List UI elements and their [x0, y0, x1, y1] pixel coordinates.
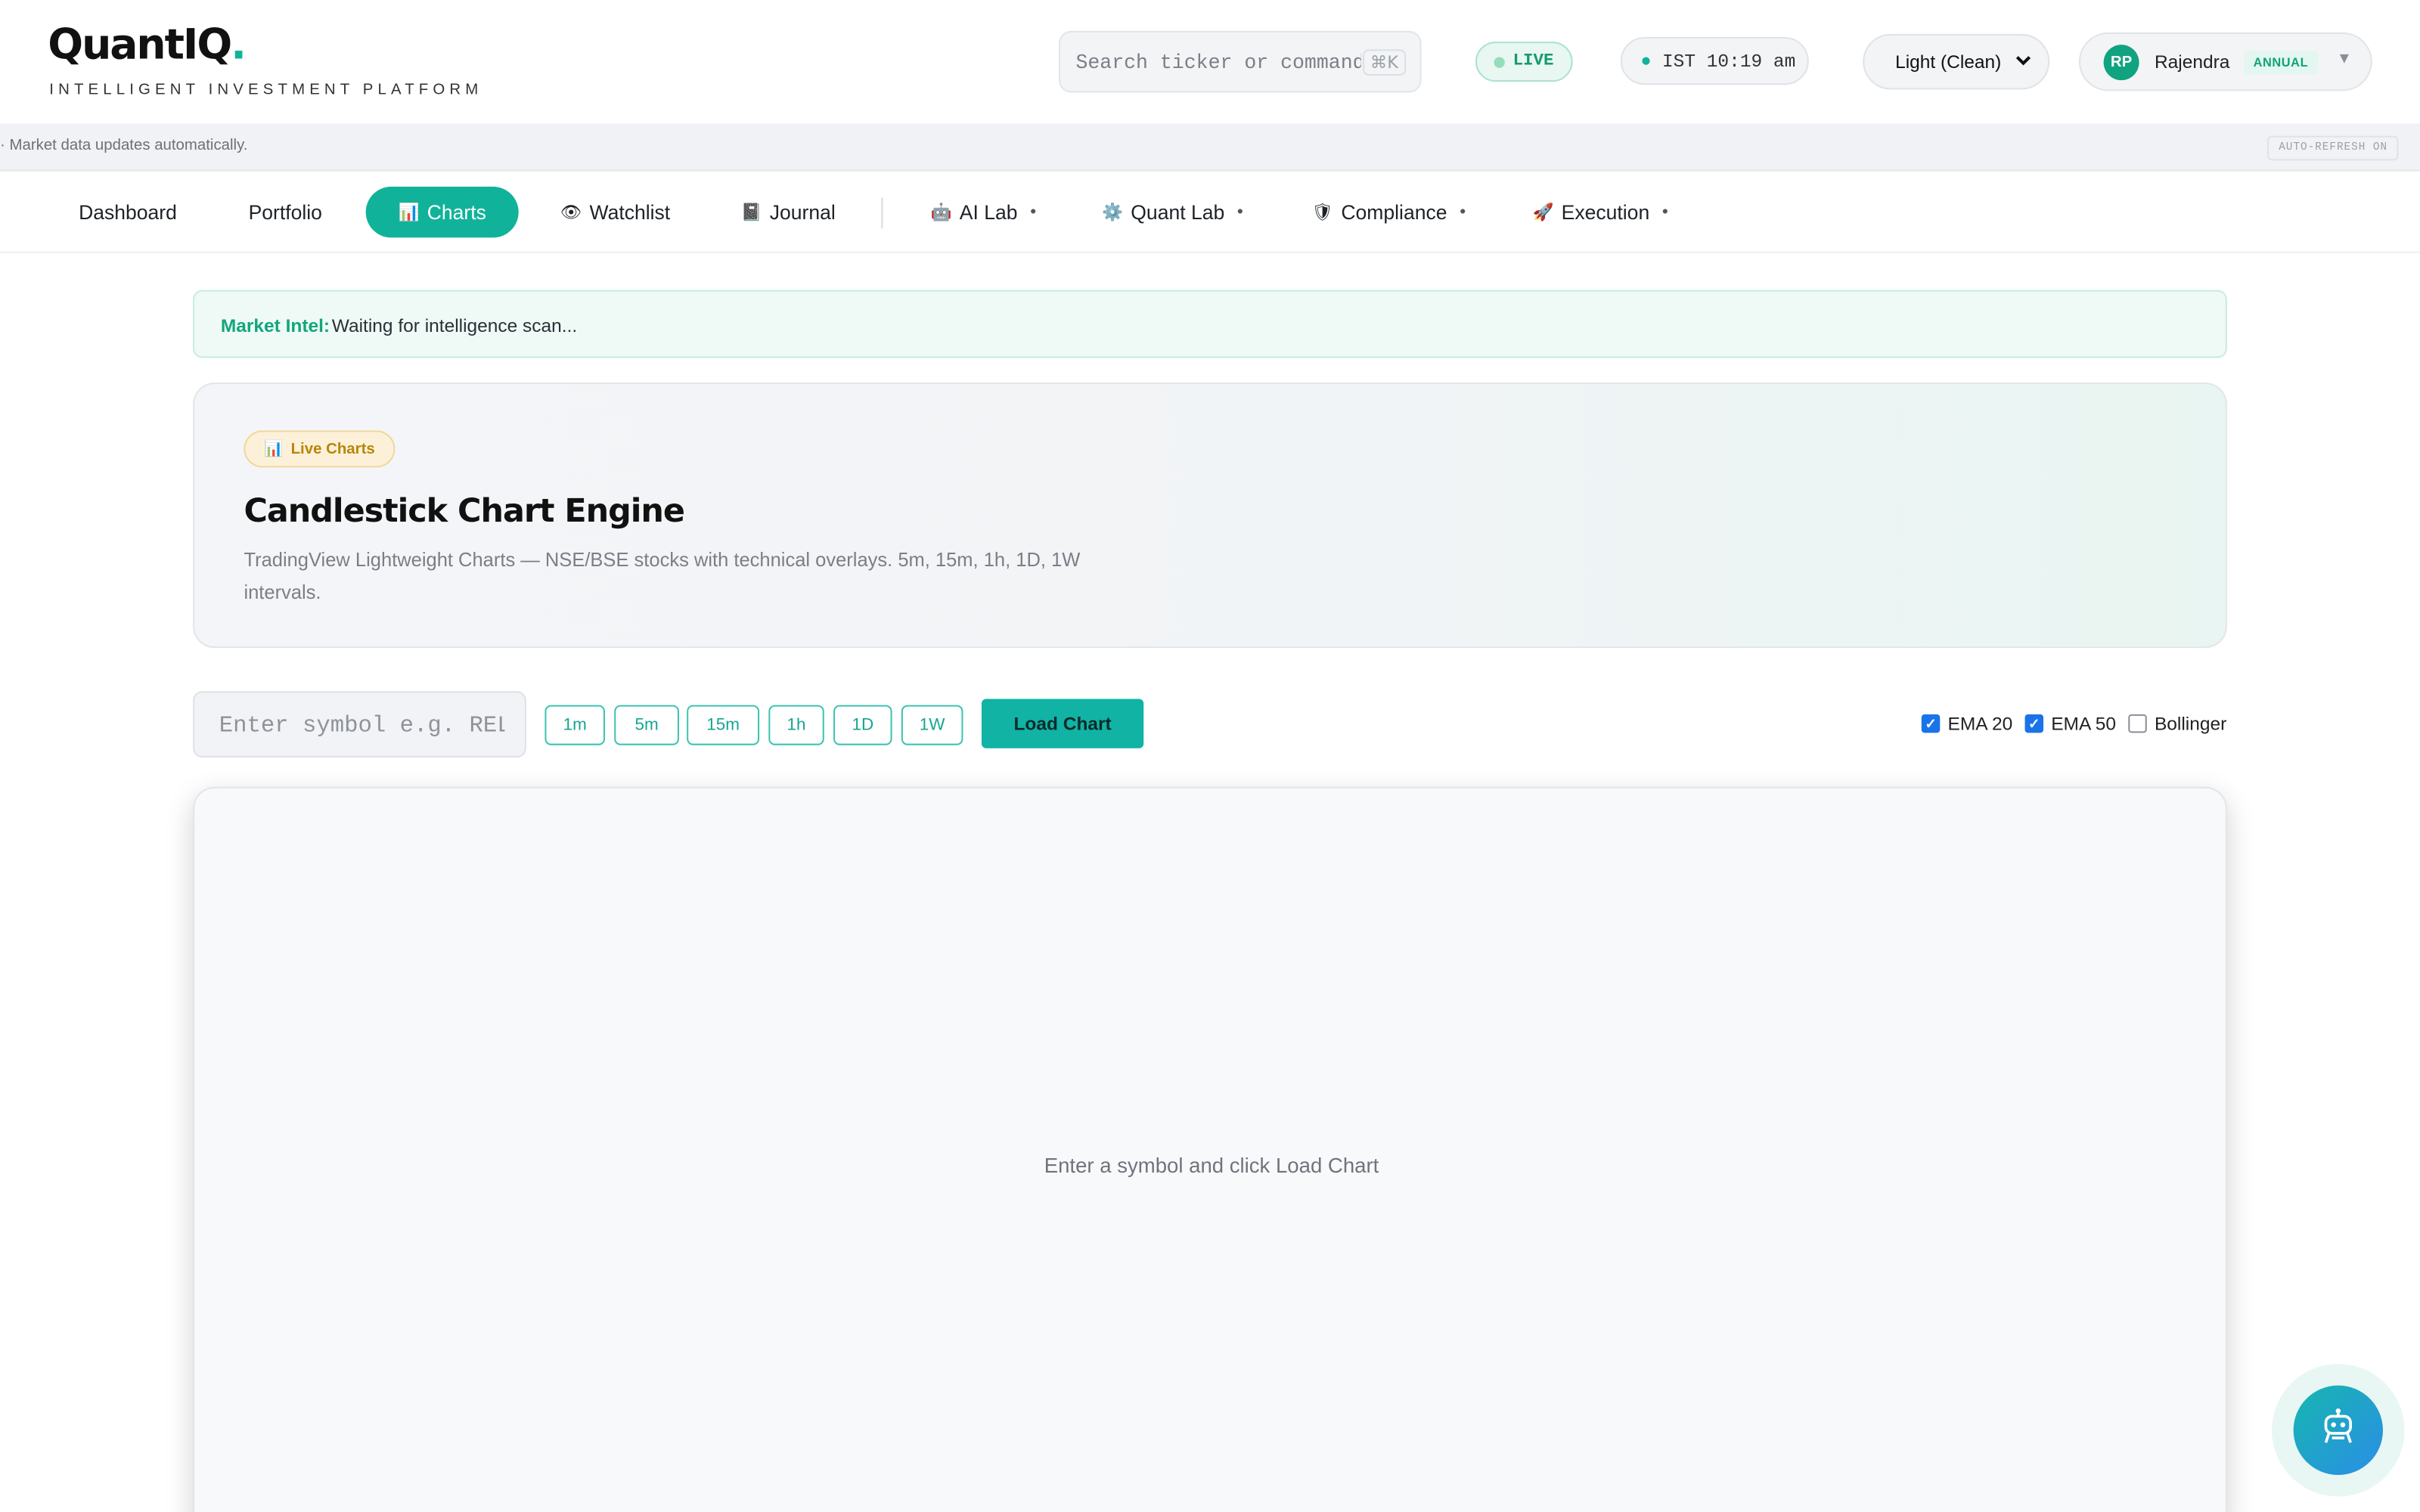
dropdown-dot-icon: ● — [1236, 206, 1244, 218]
nav-dashboard[interactable]: Dashboard — [79, 187, 177, 237]
caret-down-icon: ▼ — [2336, 51, 2352, 68]
eye-icon: 👁 — [560, 203, 582, 222]
dropdown-dot-icon: ● — [1661, 206, 1669, 218]
nav-label: Execution — [1561, 200, 1650, 224]
nav-portfolio[interactable]: Portfolio — [249, 187, 322, 237]
gear-icon: ⚙️ — [1102, 203, 1124, 222]
nav-ai-lab[interactable]: 🤖 AI Lab ● — [931, 187, 1037, 237]
nav-watchlist[interactable]: 👁 Watchlist — [560, 187, 670, 237]
theme-selected-value: Light (Clean) — [1895, 51, 2002, 73]
symbol-field[interactable] — [193, 691, 526, 758]
shield-icon: 🛡 — [1311, 203, 1334, 222]
overlay-label: EMA 20 — [1947, 712, 2013, 735]
nav-label: Dashboard — [79, 200, 177, 224]
notebook-icon: 📓 — [740, 203, 762, 222]
interval-button-5m[interactable]: 5m — [614, 705, 679, 745]
overlay-label: Bollinger — [2154, 712, 2227, 735]
avatar: RP — [2103, 45, 2139, 81]
load-chart-button[interactable]: Load Chart — [981, 699, 1144, 748]
page: QuantIQ. INTELLIGENT INVESTMENT PLATFORM… — [0, 0, 2420, 1512]
interval-button-1m[interactable]: 1m — [544, 705, 605, 745]
nav-label: Portfolio — [248, 200, 322, 224]
badge-label: Live Charts — [290, 440, 375, 458]
user-name: Rajendra — [2154, 51, 2230, 73]
interval-button-1d[interactable]: 1D — [833, 705, 892, 745]
rocket-icon: 🚀 — [1532, 203, 1554, 222]
theme-select[interactable]: Light (Clean) — [1863, 33, 2050, 90]
robot-icon — [2318, 1406, 2358, 1454]
logo[interactable]: QuantIQ. — [48, 21, 247, 70]
nav-charts[interactable]: 📊 Charts — [365, 186, 519, 238]
checkbox-checked-icon[interactable]: ✓ — [1921, 714, 1941, 733]
bollinger-toggle[interactable]: Bollinger — [2128, 712, 2227, 735]
assistant-bot-button[interactable] — [2293, 1385, 2383, 1476]
chart-icon: 📊 — [398, 203, 420, 222]
auto-refresh-badge: AUTO-REFRESH ON — [2267, 135, 2399, 161]
market-intel-text: Waiting for intelligence scan... — [331, 314, 578, 336]
market-clock: IST 10:19 am — [1620, 36, 1809, 85]
info-message: · Market data updates automatically. — [0, 137, 248, 155]
plan-badge: ANNUAL — [2244, 51, 2318, 74]
info-bar: · Market data updates automatically. AUT… — [0, 123, 2420, 172]
main-nav: Dashboard Portfolio 📊 Charts 👁 Watchlist… — [0, 171, 2420, 253]
clock-dot-icon — [1642, 57, 1650, 65]
interval-button-15m[interactable]: 15m — [687, 705, 760, 745]
dropdown-dot-icon: ● — [1459, 206, 1466, 218]
top-header: QuantIQ. INTELLIGENT INVESTMENT PLATFORM… — [0, 0, 2420, 124]
logo-text: QuantIQ — [48, 21, 232, 70]
logo-dot: . — [231, 21, 247, 70]
ema50-toggle[interactable]: ✓ EMA 50 — [2024, 712, 2117, 735]
chevron-down-icon — [2014, 51, 2032, 74]
nav-journal[interactable]: 📓 Journal — [741, 187, 836, 237]
search-input[interactable] — [1075, 46, 1361, 78]
hero-card: 📊 Live Charts Candlestick Chart Engine T… — [193, 383, 2227, 649]
ema20-toggle[interactable]: ✓ EMA 20 — [1921, 712, 2013, 735]
market-intel-label: Market Intel: — [220, 314, 330, 336]
live-charts-badge: 📊 Live Charts — [244, 430, 396, 468]
interval-button-1h[interactable]: 1h — [768, 705, 824, 745]
market-intel-banner: Market Intel: Waiting for intelligence s… — [193, 290, 2227, 358]
nav-quant-lab[interactable]: ⚙️ Quant Lab ● — [1102, 187, 1243, 237]
nav-label: Watchlist — [589, 200, 671, 224]
robot-icon: 🤖 — [930, 203, 952, 222]
user-menu[interactable]: RP Rajendra ANNUAL ▼ — [2078, 32, 2372, 91]
live-label: LIVE — [1512, 52, 1554, 71]
dropdown-dot-icon: ● — [1029, 206, 1037, 218]
search-box[interactable]: ⌘K — [1058, 30, 1422, 93]
live-status-badge: LIVE — [1475, 42, 1573, 82]
checkbox-unchecked-icon[interactable] — [2128, 714, 2147, 733]
nav-label: Quant Lab — [1131, 200, 1225, 224]
chart-icon: 📊 — [263, 440, 284, 458]
symbol-input[interactable] — [219, 709, 505, 741]
chart-empty-message: Enter a symbol and click Load Chart — [1044, 1154, 1379, 1178]
nav-divider — [881, 197, 883, 229]
tagline: INTELLIGENT INVESTMENT PLATFORM — [49, 82, 483, 99]
nav-label: Journal — [769, 200, 836, 224]
nav-label: Charts — [427, 200, 486, 224]
nav-compliance[interactable]: 🛡 Compliance ● — [1312, 187, 1466, 237]
search-shortcut: ⌘K — [1362, 49, 1407, 76]
page-title: Candlestick Chart Engine — [244, 492, 685, 529]
nav-label: AI Lab — [959, 200, 1018, 224]
chart-panel[interactable]: Enter a symbol and click Load Chart — [193, 786, 2227, 1512]
live-dot-icon — [1494, 56, 1506, 67]
checkbox-checked-icon[interactable]: ✓ — [2024, 714, 2044, 733]
nav-execution[interactable]: 🚀 Execution ● — [1533, 187, 1669, 237]
interval-button-1w[interactable]: 1W — [901, 705, 963, 745]
nav-label: Compliance — [1341, 200, 1447, 224]
clock-text: IST 10:19 am — [1661, 50, 1796, 72]
page-description: TradingView Lightweight Charts — NSE/BSE… — [244, 549, 1081, 603]
overlay-label: EMA 50 — [2051, 712, 2117, 735]
